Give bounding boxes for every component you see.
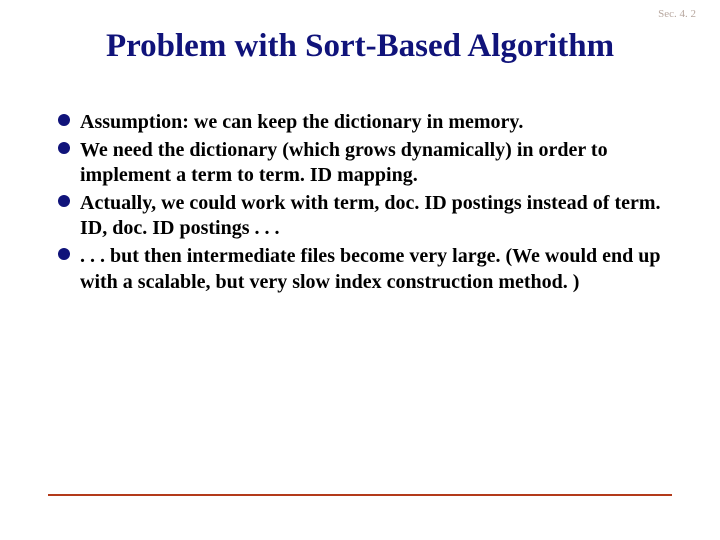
bullet-dot-icon bbox=[58, 142, 70, 154]
bullet-text: . . . but then intermediate files become… bbox=[80, 244, 662, 295]
list-item: Actually, we could work with term, doc. … bbox=[58, 191, 662, 242]
slide: Sec. 4. 2 Problem with Sort-Based Algori… bbox=[0, 0, 720, 540]
section-label: Sec. 4. 2 bbox=[658, 8, 696, 20]
bullet-dot-icon bbox=[58, 248, 70, 260]
slide-body: Assumption: we can keep the dictionary i… bbox=[58, 110, 662, 297]
bullet-text: We need the dictionary (which grows dyna… bbox=[80, 138, 662, 189]
list-item: Assumption: we can keep the dictionary i… bbox=[58, 110, 662, 136]
list-item: . . . but then intermediate files become… bbox=[58, 244, 662, 295]
bullet-text: Actually, we could work with term, doc. … bbox=[80, 191, 662, 242]
footer-divider bbox=[48, 494, 672, 496]
list-item: We need the dictionary (which grows dyna… bbox=[58, 138, 662, 189]
bullet-dot-icon bbox=[58, 114, 70, 126]
bullet-dot-icon bbox=[58, 195, 70, 207]
slide-title: Problem with Sort-Based Algorithm bbox=[0, 28, 720, 65]
bullet-text: Assumption: we can keep the dictionary i… bbox=[80, 110, 523, 136]
